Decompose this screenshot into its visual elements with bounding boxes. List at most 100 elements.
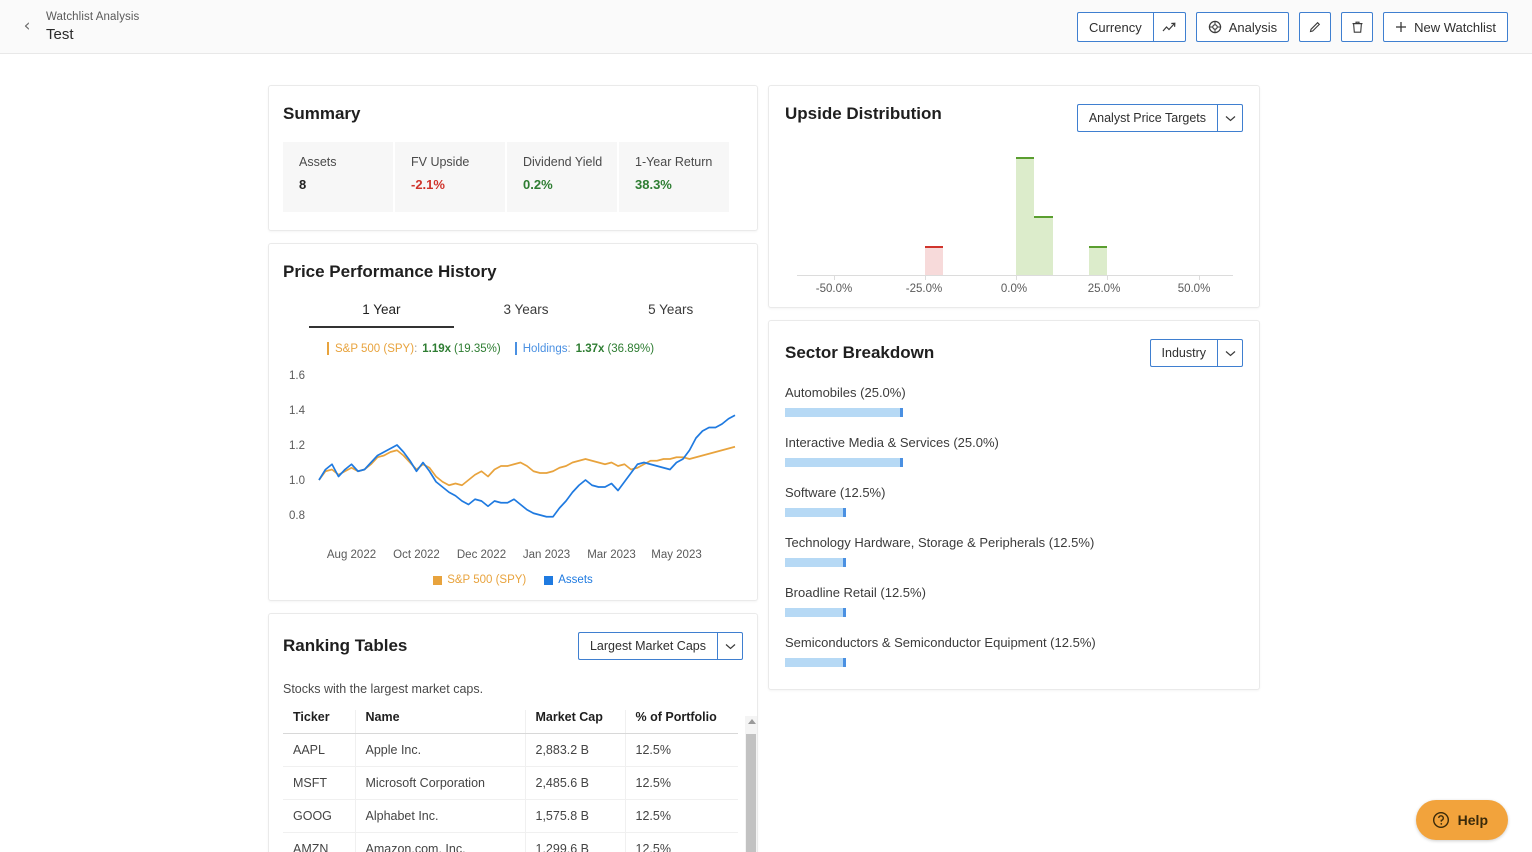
spy-legend-sep: : [414,342,418,355]
y-axis-tick: 0.8 [289,510,305,522]
holdings-legend-value: 1.37x [575,342,605,355]
sector-select-value[interactable]: Industry [1149,339,1217,367]
sector-bar-marker [842,658,846,667]
page-content: Summary Assets 8 FV Upside -2.1% Dividend Yi… [0,54,1532,852]
trending-up-icon[interactable] [1152,12,1186,42]
summary-card: Summary Assets 8 FV Upside -2.1% Dividend Yi… [268,85,758,231]
new-watchlist-button[interactable]: New Watchlist [1383,12,1508,42]
column-header[interactable]: % of Portfolio [624,710,738,734]
sector-select[interactable]: Industry [1149,339,1243,367]
table-cell: Microsoft Corporation [354,766,525,800]
metric-value: -2.1% [411,176,445,192]
table-cell: 2,883.2 B [524,733,625,767]
analysis-button[interactable]: Analysis [1195,12,1290,42]
metric-value: 8 [299,176,307,192]
histogram-bar [924,245,943,275]
sector-item: Broadline Retail (12.5%) [785,585,1243,617]
histogram-x-tick: -50.0% [815,283,853,295]
table-row[interactable]: AMZN Amazon.com, Inc. 1,299.6 B 12.5% [283,832,738,852]
sector-item: Software (12.5%) [785,485,1243,517]
header-actions: Currency Analysis New Watchlist [1076,12,1508,42]
currency-button-group: Currency [1076,12,1186,42]
sector-bar-marker [842,558,846,567]
spy-legend-value: 1.19x [422,342,452,355]
column-header[interactable]: Market Cap [524,710,625,734]
price-performance-chart: 1.6 1.4 1.2 1.0 0.8 [283,357,743,547]
help-button[interactable]: Help [1415,800,1508,840]
tab-1-year[interactable]: 1 Year [309,302,454,328]
column-header[interactable]: Name [354,710,525,734]
sector-label: Interactive Media & Services (25.0%) [785,435,999,450]
chevron-down-icon[interactable] [717,632,743,660]
tab-5-years[interactable]: 5 Years [598,302,743,328]
help-label: Help [1457,812,1488,828]
histogram-bar-cap [1034,216,1053,218]
histogram-x-tick: 25.0% [1087,283,1121,295]
summary-title: Summary [283,104,361,123]
price-chart-x-axis-labels: Aug 2022 Oct 2022 Dec 2022 Jan 2023 Mar 2023… [319,549,743,561]
price-performance-title: Price Performance History [283,262,497,281]
metric-card: Dividend Yield 0.2% [507,142,617,212]
pencil-icon [1308,20,1322,34]
ranking-select[interactable]: Largest Market Caps [577,632,743,660]
x-axis-tick: Dec 2022 [456,549,507,561]
upside-select-value[interactable]: Analyst Price Targets [1076,104,1217,132]
table-cell: Apple Inc. [354,733,525,767]
y-axis-tick: 1.2 [289,440,305,452]
question-circle-icon [1432,811,1450,829]
chevron-down-icon[interactable] [1217,104,1243,132]
sector-label: Semiconductors & Semiconductor Equipment… [785,635,1096,650]
upside-title: Upside Distribution [785,104,942,123]
table-cell: 12.5% [624,799,738,833]
histogram-x-tick: -25.0% [905,283,943,295]
edit-button[interactable] [1299,12,1332,42]
table-cell: MSFT [283,766,355,800]
spy-color-bar [327,342,329,355]
watchlist-analysis-page: ‹ Watchlist Analysis Test Currency Analy… [0,0,1532,852]
summary-metrics: Assets 8 FV Upside -2.1% Dividend Yield 0.2% 1… [283,142,743,212]
metric-card: 1-Year Return 38.3% [619,142,729,212]
trash-icon [1351,20,1364,34]
delete-button[interactable] [1341,12,1374,42]
histogram-x-axis-labels: -50.0% -25.0% 0.0% 25.0% 50.0% [785,283,1243,295]
line-chart-svg: 1.6 1.4 1.2 1.0 0.8 [289,370,736,522]
price-performance-tabs: 1 Year 3 Years 5 Years [283,302,743,328]
scrollbar-thumb[interactable] [746,734,756,852]
sector-bar-marker [842,608,846,617]
sector-label: Broadline Retail (12.5%) [785,585,926,600]
holdings-legend-sep: : [567,342,571,355]
x-axis-tick: Oct 2022 [393,549,440,561]
metric-value: 38.3% [635,176,672,192]
table-row[interactable]: AAPL Apple Inc. 2,883.2 B 12.5% [283,733,738,767]
tab-3-years[interactable]: 3 Years [454,302,599,328]
page-title-group: Watchlist Analysis Test [46,11,139,43]
histogram-tick-mark [1107,276,1109,280]
upside-header: Upside Distribution Analyst Price Target… [785,104,1243,132]
table-row[interactable]: GOOG Alphabet Inc. 1,575.8 B 12.5% [283,799,738,833]
sector-bar-fill [785,408,900,417]
table-cell: AMZN [283,832,355,852]
metric-label: Dividend Yield [523,155,603,169]
scroll-up-arrow-icon[interactable] [748,719,756,724]
sector-list: Automobiles (25.0%) Interactive Media & S… [785,385,1243,667]
table-scrollbar[interactable] [745,716,757,852]
back-button[interactable]: ‹ [12,18,42,35]
app-header: ‹ Watchlist Analysis Test Currency Analy… [0,0,1532,54]
sector-bar-marker [900,458,903,467]
upside-select[interactable]: Analyst Price Targets [1076,104,1243,132]
plus-icon [1395,21,1407,33]
legend-item: S&P 500 (SPY) [433,574,526,586]
ranking-table-wrap: Ticker Name Market Cap% of Portfolio AAPL A… [283,710,757,852]
table-row[interactable]: MSFT Microsoft Corporation 2,485.6 B 12.5% [283,766,738,800]
ranking-select-value[interactable]: Largest Market Caps [577,632,717,660]
column-header[interactable]: Ticker [283,710,355,734]
sector-bar-marker [842,508,846,517]
chevron-down-icon[interactable] [1217,339,1243,367]
histogram-tick-mark [1016,276,1017,280]
currency-button[interactable]: Currency [1076,12,1153,42]
metric-label: 1-Year Return [635,155,713,169]
left-column: Summary Assets 8 FV Upside -2.1% Dividend Yi… [268,85,758,852]
holdings-legend-pct: (36.89%) [607,342,655,355]
legend-swatch [433,575,443,585]
ranking-title: Ranking Tables [283,636,408,655]
